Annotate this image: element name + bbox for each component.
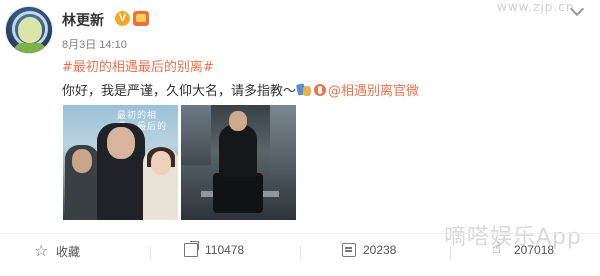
thumbs-up-icon (492, 239, 507, 257)
avatar-face (18, 17, 42, 43)
top-watermark: www.zjp.cn (497, 0, 575, 14)
mention-icon (314, 84, 327, 96)
photo-window-right (270, 105, 296, 175)
share-icon (184, 241, 199, 257)
mention-link[interactable]: @相遇别离官微 (328, 84, 419, 99)
star-icon (34, 241, 49, 260)
post-image-poster[interactable]: 最初的相遇，最后的别离 (63, 105, 178, 220)
like-count: 207018 (514, 243, 555, 257)
username[interactable]: 林更新 (62, 10, 104, 30)
emoji-icon (297, 83, 313, 98)
share-button[interactable]: 110478 (184, 241, 245, 257)
photo-figure (219, 111, 257, 177)
like-button[interactable]: 207018 (492, 239, 555, 257)
comment-button[interactable]: 20238 (342, 243, 396, 257)
member-crown-icon (133, 11, 149, 26)
weibo-post-card: 林更新 V 8月3日 14:10 www.zjp.cn #最初的相遇最后的别离#… (0, 0, 600, 276)
favorite-button[interactable]: 收藏 (34, 241, 81, 260)
action-separator (300, 246, 301, 260)
post-image-photo[interactable] (181, 105, 296, 220)
poster-figure-right (143, 147, 178, 220)
poster-figure-center (97, 123, 145, 220)
avatar[interactable] (5, 6, 53, 54)
share-count: 110478 (205, 243, 245, 257)
post-timestamp[interactable]: 8月3日 14:10 (62, 36, 127, 52)
photo-window-left (181, 105, 211, 165)
avatar-body (14, 43, 46, 53)
verified-badge-icon: V (115, 11, 130, 26)
post-content: 你好，我是严谨，久仰大名，请多指教～ @相遇别离官微 (62, 80, 419, 99)
action-separator (450, 246, 451, 260)
poster-figure-left (65, 145, 99, 220)
favorite-label: 收藏 (56, 245, 81, 259)
comment-icon (342, 243, 356, 257)
action-bar-divider (0, 233, 600, 234)
photo-figure-legs (213, 173, 263, 213)
comment-count: 20238 (363, 243, 397, 257)
hashtag-link[interactable]: #最初的相遇最后的别离# (62, 56, 214, 75)
action-separator (150, 246, 151, 260)
post-text: 你好，我是严谨，久仰大名，请多指教～ (62, 84, 297, 99)
